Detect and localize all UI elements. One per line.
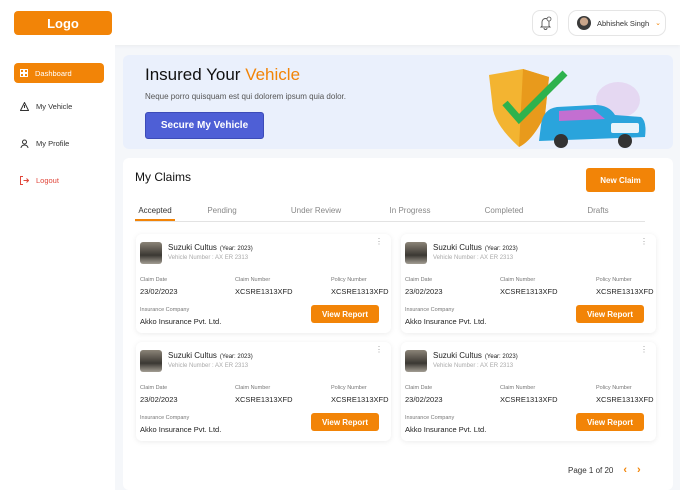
claim-number: XCSRE1313XFD — [235, 395, 293, 404]
insurance-company: Akko Insurance Pvt. Ltd. — [140, 425, 222, 434]
section-title: My Claims — [135, 170, 191, 184]
claim-date-label: Claim Date — [140, 277, 168, 283]
top-header: Logo Abhishek Singh ⌄ — [0, 0, 680, 45]
insurance-company: Akko Insurance Pvt. Ltd. — [405, 425, 487, 434]
sidebar-item-logout[interactable]: Logout — [14, 170, 104, 190]
chevron-left-icon[interactable]: ‹ — [623, 464, 627, 476]
claim-date: 23/02/2023 — [140, 395, 178, 404]
new-claim-button[interactable]: New Claim — [586, 168, 655, 192]
policy-number: XCSRE1313XFD — [596, 287, 654, 296]
user-name: Abhishek Singh — [597, 18, 650, 28]
more-options-icon[interactable]: ⋮ — [640, 346, 648, 354]
claims-tabs: Accepted Pending Under Review In Progres… — [135, 206, 645, 222]
vehicle-number: Vehicle Number : AX ER 2313 — [168, 255, 249, 261]
view-report-button[interactable]: View Report — [576, 305, 644, 323]
claim-card: Suzuki Cultus (Year: 2023) Vehicle Number… — [136, 234, 391, 333]
tab-accepted[interactable]: Accepted — [135, 206, 175, 221]
sidebar-item-my-profile[interactable]: My Profile — [14, 133, 104, 153]
claim-number-label: Claim Number — [500, 277, 536, 283]
secure-my-vehicle-button[interactable]: Secure My Vehicle — [145, 112, 264, 139]
vehicle-thumbnail — [405, 350, 427, 372]
claim-number: XCSRE1313XFD — [235, 287, 293, 296]
user-menu[interactable]: Abhishek Singh ⌄ — [568, 10, 666, 36]
sidebar-item-label: My Profile — [36, 138, 70, 148]
banner-subtitle: Neque porro quisquam est qui dolorem ips… — [145, 92, 347, 101]
vehicle-thumbnail — [140, 242, 162, 264]
tab-drafts[interactable]: Drafts — [551, 206, 645, 221]
banner-title: Insured Your Vehicle — [145, 65, 301, 84]
sidebar-item-label: Dashboard — [35, 68, 72, 78]
warning-icon — [20, 101, 29, 111]
vehicle-number: Vehicle Number : AX ER 2313 — [168, 363, 249, 369]
avatar — [577, 16, 591, 30]
tab-completed[interactable]: Completed — [457, 206, 551, 221]
insurance-company-label: Insurance Company — [405, 307, 455, 313]
sidebar-item-dashboard[interactable]: Dashboard — [14, 63, 104, 83]
claim-number: XCSRE1313XFD — [500, 395, 558, 404]
claim-number-label: Claim Number — [235, 385, 271, 391]
insurance-company-label: Insurance Company — [405, 415, 455, 421]
vehicle-name: Suzuki Cultus (Year: 2023) — [433, 351, 518, 360]
grid-icon — [20, 69, 28, 77]
vehicle-thumbnail — [405, 242, 427, 264]
user-icon — [20, 139, 29, 148]
view-report-button[interactable]: View Report — [576, 413, 644, 431]
claim-number: XCSRE1313XFD — [500, 287, 558, 296]
sidebar-item-my-vehicle[interactable]: My Vehicle — [14, 96, 104, 116]
more-options-icon[interactable]: ⋮ — [640, 238, 648, 246]
page-indicator: Page 1 of 20 — [568, 465, 614, 475]
vehicle-number: Vehicle Number : AX ER 2313 — [433, 363, 514, 369]
logo[interactable]: Logo — [14, 11, 112, 35]
insurance-company-label: Insurance Company — [140, 307, 190, 313]
policy-number-label: Policy Number — [596, 277, 632, 283]
chevron-down-icon: ⌄ — [655, 20, 661, 27]
more-options-icon[interactable]: ⋮ — [375, 346, 383, 354]
claim-date: 23/02/2023 — [405, 395, 443, 404]
pagination: Page 1 of 20 ‹ › — [568, 464, 641, 476]
vehicle-name: Suzuki Cultus (Year: 2023) — [168, 243, 253, 252]
my-claims-panel: My Claims New Claim Accepted Pending Und… — [123, 158, 673, 490]
logout-icon — [20, 175, 29, 185]
insurance-company: Akko Insurance Pvt. Ltd. — [140, 317, 222, 326]
policy-number: XCSRE1313XFD — [331, 395, 389, 404]
claim-card: Suzuki Cultus (Year: 2023) Vehicle Number… — [401, 234, 656, 333]
view-report-button[interactable]: View Report — [311, 305, 379, 323]
sidebar-item-label: My Vehicle — [36, 101, 73, 111]
claim-date-label: Claim Date — [405, 385, 433, 391]
insured-car-illustration — [489, 69, 646, 148]
tab-pending[interactable]: Pending — [175, 206, 269, 221]
vehicle-name: Suzuki Cultus (Year: 2023) — [168, 351, 253, 360]
policy-number-label: Policy Number — [331, 277, 367, 283]
insurance-company: Akko Insurance Pvt. Ltd. — [405, 317, 487, 326]
claim-card: Suzuki Cultus (Year: 2023) Vehicle Number… — [401, 342, 656, 441]
claim-number-label: Claim Number — [235, 277, 271, 283]
promo-banner: Insured Your Vehicle Neque porro quisqua… — [123, 55, 673, 149]
view-report-button[interactable]: View Report — [311, 413, 379, 431]
claim-date-label: Claim Date — [140, 385, 168, 391]
claim-card: Suzuki Cultus (Year: 2023) Vehicle Number… — [136, 342, 391, 441]
claim-date: 23/02/2023 — [405, 287, 443, 296]
bell-icon — [539, 16, 551, 30]
claim-date: 23/02/2023 — [140, 287, 178, 296]
policy-number-label: Policy Number — [331, 385, 367, 391]
insurance-company-label: Insurance Company — [140, 415, 190, 421]
vehicle-number: Vehicle Number : AX ER 2313 — [433, 255, 514, 261]
notifications-button[interactable] — [532, 10, 558, 36]
more-options-icon[interactable]: ⋮ — [375, 238, 383, 246]
sidebar-item-label: Logout — [36, 175, 59, 185]
policy-number: XCSRE1313XFD — [331, 287, 389, 296]
vehicle-name: Suzuki Cultus (Year: 2023) — [433, 243, 518, 252]
chevron-right-icon[interactable]: › — [637, 464, 641, 476]
tab-in-progress[interactable]: In Progress — [363, 206, 457, 221]
policy-number: XCSRE1313XFD — [596, 395, 654, 404]
tab-under-review[interactable]: Under Review — [269, 206, 363, 221]
vehicle-thumbnail — [140, 350, 162, 372]
policy-number-label: Policy Number — [596, 385, 632, 391]
claim-number-label: Claim Number — [500, 385, 536, 391]
sidebar: Dashboard My Vehicle My Profile Logout — [0, 45, 115, 490]
claim-date-label: Claim Date — [405, 277, 433, 283]
